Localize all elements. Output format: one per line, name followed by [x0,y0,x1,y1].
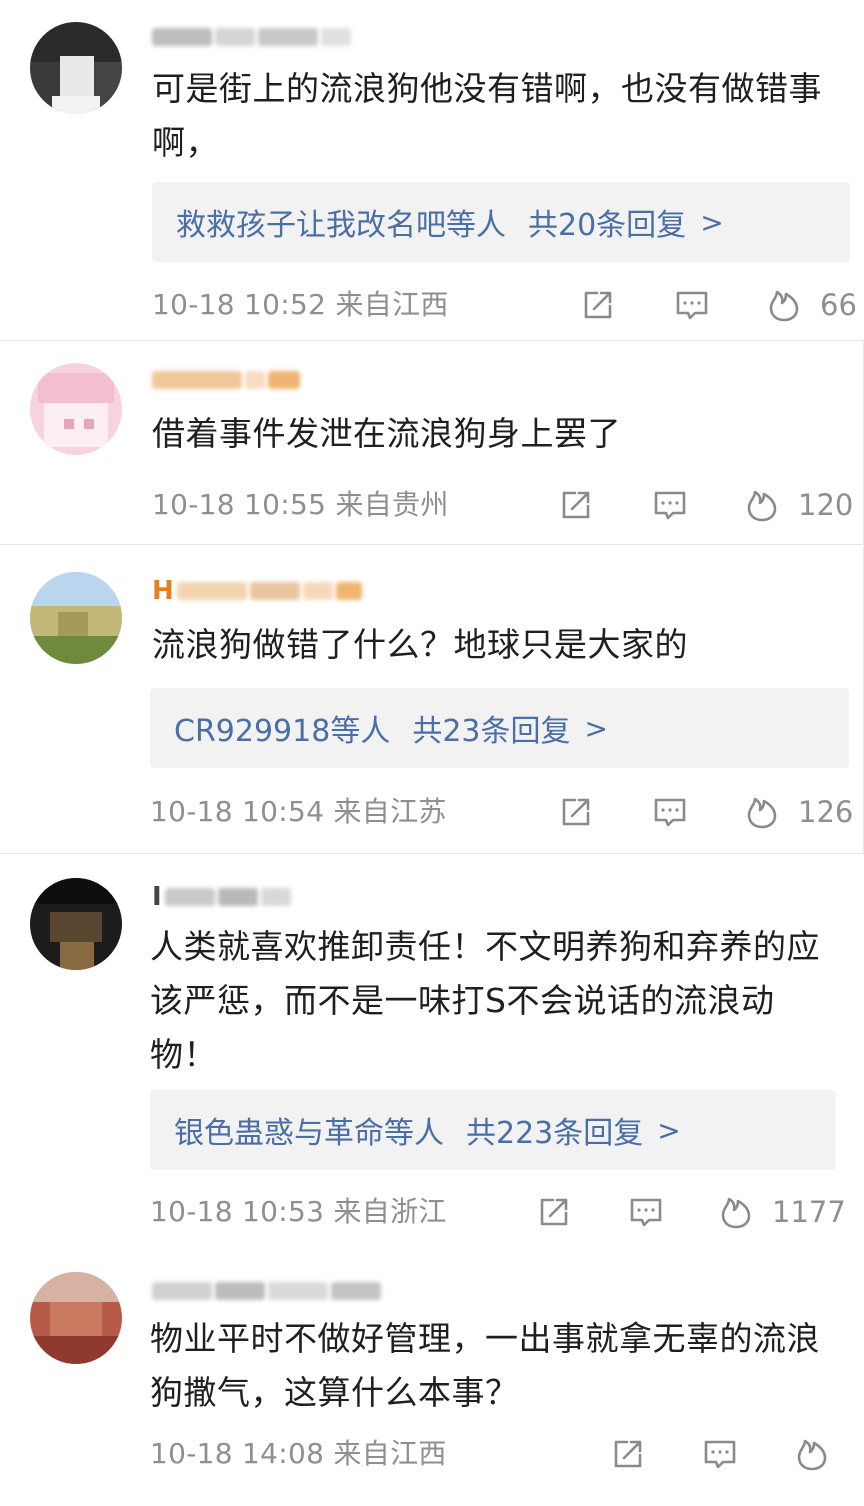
avatar[interactable] [30,572,122,664]
share-icon[interactable] [558,487,594,523]
like-count: 66 [820,288,857,322]
username-blurred[interactable]: I [152,882,291,912]
timestamp: 10-18 10:55 来自贵州 [152,488,449,521]
comment-text: 人类就喜欢推卸责任！不文明养狗和弃养的应该严惩，而不是一味打S不会说话的流浪动物… [150,927,820,1074]
comment-item: I 人类就喜欢推卸责任！不文明养狗和弃养的应该严惩，而不是一味打S不会说话的流浪… [0,856,864,1246]
share-icon[interactable] [610,1436,646,1472]
comment-item: 物业平时不做好管理，一出事就拿无辜的流浪狗撒气，这算什么本事？ 10-18 14… [0,1250,864,1506]
comment-text: 借着事件发泄在流浪狗身上罢了 [152,414,621,453]
comment-icon[interactable] [674,287,710,323]
chevron-right-icon: > [700,205,724,239]
avatar[interactable] [30,22,122,114]
comment-meta: 10-18 14:08 来自江西 [150,1434,854,1474]
comment-meta: 10-18 10:55 来自贵州 120 [152,485,853,525]
comment-meta: 10-18 10:53 来自浙江 1177 [150,1192,854,1232]
comment-icon[interactable] [652,487,688,523]
timestamp: 10-18 10:52 来自江西 [152,288,449,321]
like-count: 1177 [772,1195,846,1229]
chevron-right-icon: > [657,1113,681,1147]
comment-text: 流浪狗做错了什么？地球只是大家的 [152,625,688,664]
like-flame-icon[interactable] [794,1436,830,1472]
share-icon[interactable] [536,1194,572,1230]
like-flame-icon[interactable] [718,1194,754,1230]
username-blurred[interactable]: H [152,576,362,606]
reply-count: 共20条回复 [528,208,687,243]
share-icon[interactable] [558,794,594,830]
like-flame-icon[interactable] [744,487,780,523]
comment-item: H 流浪狗做错了什么？地球只是大家的 CR929918等人 共23条回复 > 1… [0,546,864,854]
comment-icon[interactable] [652,794,688,830]
username-blurred[interactable] [152,365,300,395]
reply-count: 共23条回复 [412,714,571,749]
timestamp: 10-18 10:53 来自浙江 [150,1195,447,1228]
username-blurred[interactable] [152,1276,381,1306]
avatar[interactable] [30,363,122,455]
comment-text: 可是街上的流浪狗他没有错啊，也没有做错事啊， [152,69,822,162]
like-flame-icon[interactable] [766,287,802,323]
comment-icon[interactable] [702,1436,738,1472]
avatar[interactable] [30,1272,122,1364]
share-icon[interactable] [580,287,616,323]
chevron-right-icon: > [584,711,608,745]
reply-users: 救救孩子让我改名吧等人 [176,208,506,243]
comment-text: 物业平时不做好管理，一出事就拿无辜的流浪狗撒气，这算什么本事？ [150,1319,820,1412]
username-initial: I [152,882,162,912]
like-flame-icon[interactable] [744,794,780,830]
comment-meta: 10-18 10:54 来自江苏 126 [150,792,853,832]
like-count: 126 [798,795,854,829]
reply-users: 银色蛊惑与革命等人 [174,1116,444,1151]
comment-item: 可是街上的流浪狗他没有错啊，也没有做错事啊， 救救孩子让我改名吧等人 共20条回… [0,0,864,338]
reply-summary[interactable]: 银色蛊惑与革命等人 共223条回复 > [150,1090,836,1170]
like-count: 120 [798,488,854,522]
username-blurred[interactable] [152,22,351,52]
username-initial: H [152,576,174,606]
avatar[interactable] [30,878,122,970]
reply-summary[interactable]: CR929918等人 共23条回复 > [150,688,849,768]
reply-count: 共223条回复 [466,1116,644,1151]
comment-item: 借着事件发泄在流浪狗身上罢了 10-18 10:55 来自贵州 120 [0,340,864,545]
timestamp: 10-18 10:54 来自江苏 [150,795,447,828]
reply-users: CR929918等人 [174,714,391,749]
comment-meta: 10-18 10:52 来自江西 66 [152,285,857,325]
timestamp: 10-18 14:08 来自江西 [150,1437,447,1470]
comment-icon[interactable] [628,1194,664,1230]
reply-summary[interactable]: 救救孩子让我改名吧等人 共20条回复 > [152,182,850,262]
